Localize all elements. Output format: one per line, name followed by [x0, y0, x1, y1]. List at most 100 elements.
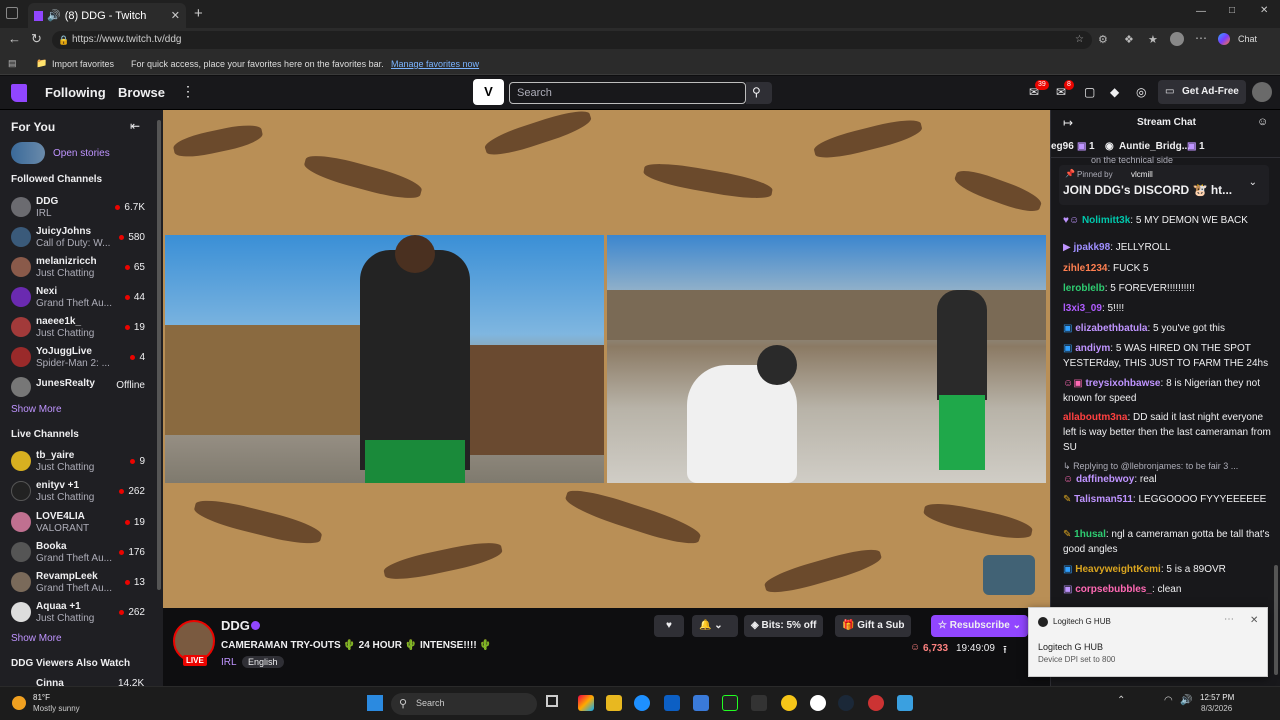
live-channel[interactable]: RevampLeek Grand Theft Au... 13: [0, 568, 155, 598]
bits-button[interactable]: ◈ Bits: 5% off: [744, 615, 824, 637]
live-channel[interactable]: Booka Grand Theft Au... 176: [0, 538, 155, 568]
search-button[interactable]: ⚲: [746, 82, 772, 104]
audio-icon[interactable]: 🔊: [47, 9, 61, 22]
show-more-live[interactable]: Show More: [11, 633, 62, 644]
followed-channel[interactable]: Nexi Grand Theft Au... 44: [0, 283, 155, 313]
minimize-icon[interactable]: —: [1196, 6, 1206, 17]
favorite-star-icon[interactable]: ☆: [1075, 31, 1084, 49]
manage-favorites-link[interactable]: Manage favorites now: [391, 59, 479, 69]
chat-username[interactable]: l3xi3_09: [1063, 303, 1102, 314]
followed-channel[interactable]: naeee1k_ Just Chatting 19: [0, 313, 155, 343]
chat-username[interactable]: zihle1234: [1063, 263, 1107, 274]
sidebar-toggle-icon[interactable]: ▤: [8, 58, 17, 69]
maximize-icon[interactable]: □: [1229, 5, 1235, 16]
workspaces-icon[interactable]: [6, 7, 18, 19]
more-icon[interactable]: ⋯: [1224, 614, 1234, 625]
copilot-icon[interactable]: [1218, 33, 1230, 45]
system-notification[interactable]: Logitech G HUB ⋯ ✕ Logitech G HUB Device…: [1028, 607, 1268, 677]
notifications-icon[interactable]: ▢: [1084, 85, 1095, 99]
pinned-message[interactable]: 📌 Pinned by vlcmill JOIN DDG's DISCORD 🐮…: [1059, 165, 1269, 205]
sidebar-scrollbar[interactable]: [155, 110, 163, 686]
open-stories-link[interactable]: Open stories: [53, 148, 110, 159]
twitch-logo-icon[interactable]: [11, 84, 27, 102]
channel-name[interactable]: DDG: [221, 618, 250, 633]
followed-channel[interactable]: JunesRealty Offline: [0, 373, 155, 403]
live-channel[interactable]: enityv +1 Just Chatting 262: [0, 477, 155, 507]
chat-username[interactable]: allaboutm3na: [1063, 412, 1127, 423]
search-input[interactable]: Search: [509, 82, 746, 104]
extensions-icon[interactable]: ⚙: [1098, 33, 1108, 46]
users-icon[interactable]: ☺: [1257, 116, 1268, 128]
followed-channel[interactable]: YoJuggLive Spider-Man 2: ... 4: [0, 343, 155, 373]
tray-chevron-icon[interactable]: ⌃: [1117, 695, 1125, 706]
get-ad-free-button[interactable]: ▭ Get Ad-Free: [1158, 80, 1246, 104]
close-tab-icon[interactable]: ✕: [171, 9, 180, 22]
chat-username[interactable]: 1husal: [1074, 529, 1106, 540]
resubscribe-button[interactable]: ☆ Resubscribe ⌄: [931, 615, 1028, 637]
taskbar-search[interactable]: ⚲ Search: [391, 693, 537, 715]
photos-icon[interactable]: [897, 695, 913, 711]
close-icon[interactable]: ✕: [1250, 615, 1258, 626]
chat-username[interactable]: daffinebwoy: [1076, 474, 1134, 485]
browser-tab[interactable]: 🔊 (8) DDG - Twitch ✕: [28, 3, 186, 28]
followed-channel[interactable]: melanizricch Just Chatting 65: [0, 253, 155, 283]
chevron-down-icon[interactable]: ⌄: [1249, 177, 1257, 188]
chat-label[interactable]: Chat: [1238, 34, 1257, 44]
language-tag[interactable]: English: [242, 656, 284, 668]
gifter-name[interactable]: Auntie_Bridg...: [1119, 141, 1190, 152]
share-icon[interactable]: ⭱: [1003, 641, 1007, 660]
terminal-icon[interactable]: [751, 695, 767, 711]
profile-icon[interactable]: [1170, 32, 1184, 46]
start-icon[interactable]: [367, 695, 383, 711]
collapse-chat-icon[interactable]: ↦: [1063, 116, 1073, 130]
chat-username[interactable]: corpsebubbles_: [1075, 584, 1152, 595]
chat-scrollbar[interactable]: [1274, 565, 1278, 675]
favorites-icon[interactable]: ★: [1148, 33, 1158, 46]
chat-username[interactable]: treysixohbawse: [1085, 378, 1160, 389]
media-app-icon[interactable]: [868, 695, 884, 711]
scrollbar-thumb[interactable]: [157, 120, 161, 590]
chat-username[interactable]: elizabethbatula: [1075, 323, 1147, 334]
chatgpt-icon[interactable]: [810, 695, 826, 711]
followed-channel[interactable]: JuicyJohns Call of Duty: W... 580: [0, 223, 155, 253]
notification-bell-button[interactable]: 🔔 ⌄: [692, 615, 738, 637]
file-explorer-icon[interactable]: [606, 695, 622, 711]
chat-username[interactable]: andiym: [1075, 343, 1110, 354]
emoji-app-icon[interactable]: [781, 695, 797, 711]
url-field[interactable]: 🔒 https://www.twitch.tv/ddg ☆: [52, 31, 1092, 49]
crown-icon[interactable]: ◎: [1136, 85, 1146, 99]
chat-username[interactable]: HeavyweightKemi: [1075, 564, 1161, 575]
user-avatar[interactable]: [1252, 82, 1272, 102]
gifter-name[interactable]: eg96: [1051, 141, 1074, 152]
store-icon[interactable]: [664, 695, 680, 711]
copilot-app-icon[interactable]: [578, 695, 594, 711]
live-channel[interactable]: LOVE4LIA VALORANT 19: [0, 508, 155, 538]
prime-icon[interactable]: ◆: [1110, 85, 1119, 99]
steam-icon[interactable]: [838, 695, 854, 711]
extension-logo-icon[interactable]: V: [473, 79, 504, 105]
follow-heart-button[interactable]: ♥: [654, 615, 684, 637]
more-icon[interactable]: ⋯: [1195, 31, 1207, 45]
followed-channel[interactable]: DDG IRL 6.7K: [0, 193, 155, 223]
gift-sub-button[interactable]: 🎁 Gift a Sub: [835, 615, 912, 637]
pinned-user[interactable]: vlcmill: [1131, 170, 1153, 179]
new-tab-icon[interactable]: +: [194, 5, 203, 22]
chat-username[interactable]: Talisman511: [1074, 494, 1133, 505]
wifi-icon[interactable]: ◠: [1164, 695, 1173, 706]
edge-icon[interactable]: [634, 695, 650, 711]
chat-username[interactable]: Nolimitt3k: [1082, 215, 1130, 226]
cut-channel-name[interactable]: Cinna: [36, 678, 64, 686]
task-view-icon[interactable]: [546, 695, 558, 707]
refresh-icon[interactable]: ↻: [31, 31, 42, 47]
collapse-sidebar-icon[interactable]: ⇤: [130, 119, 140, 133]
stories-avatars[interactable]: [11, 142, 45, 164]
more-menu-icon[interactable]: ⋮: [181, 83, 195, 100]
show-more-followed[interactable]: Show More: [11, 404, 62, 415]
back-icon[interactable]: ←: [8, 31, 21, 46]
live-channel[interactable]: Aquaa +1 Just Chatting 262: [0, 598, 155, 628]
chat-username[interactable]: leroblelb: [1063, 283, 1105, 294]
nav-following[interactable]: Following: [45, 85, 106, 100]
import-favorites-button[interactable]: Import favorites: [52, 59, 114, 69]
extension-puzzle-icon[interactable]: ❖: [1124, 33, 1134, 46]
nav-browse[interactable]: Browse: [118, 85, 165, 100]
